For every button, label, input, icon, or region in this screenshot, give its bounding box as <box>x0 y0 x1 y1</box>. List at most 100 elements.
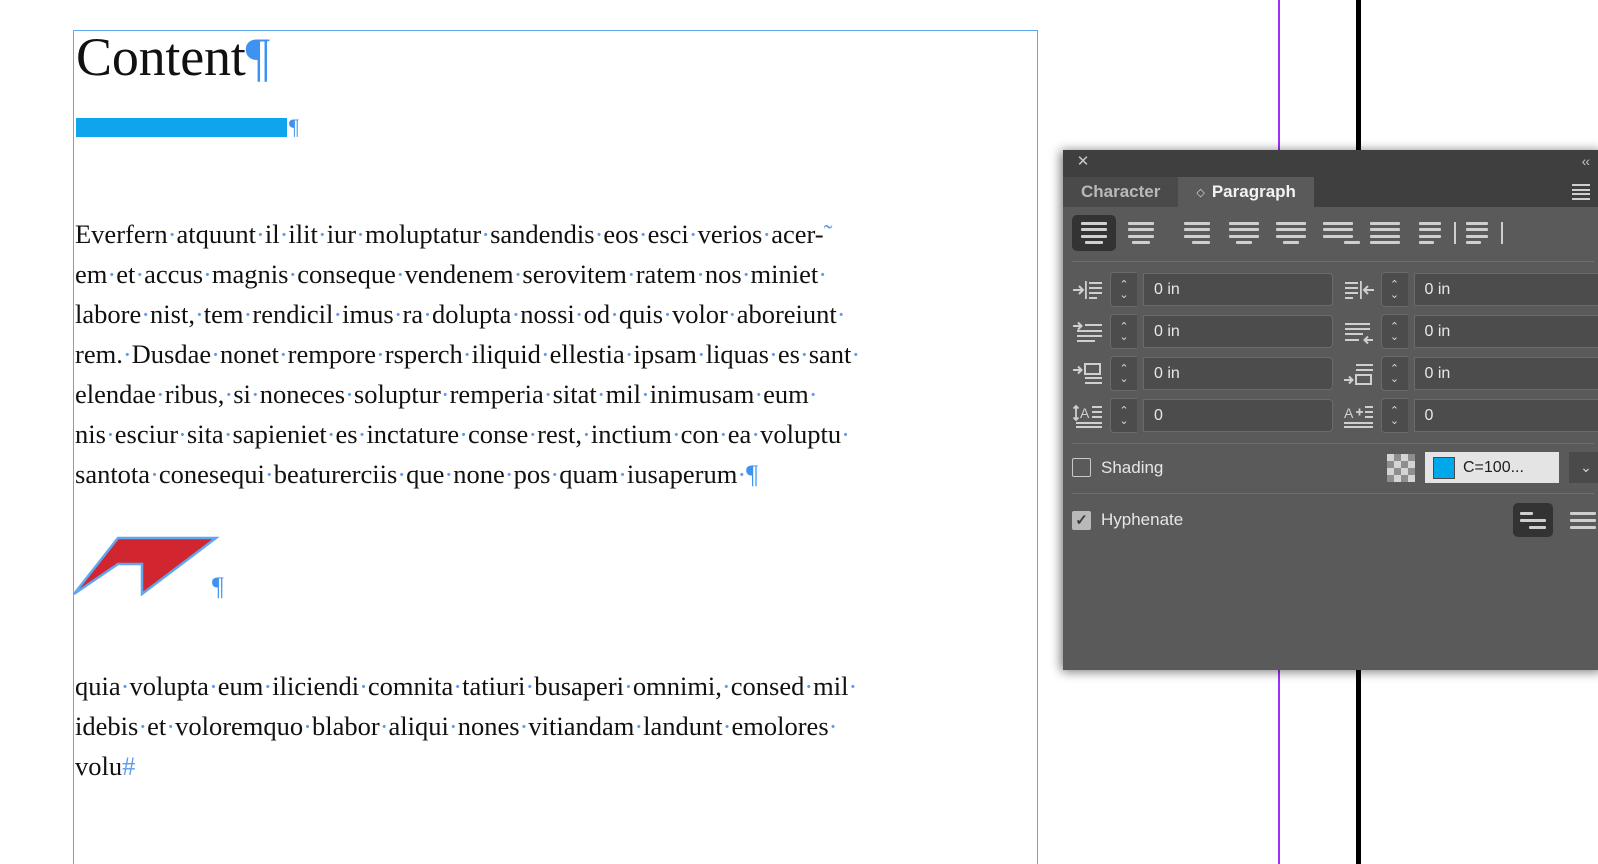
justify-last-center-button[interactable] <box>1269 215 1313 251</box>
justify-last-right-button[interactable] <box>1316 215 1360 251</box>
space-dot-icon: · <box>256 219 265 249</box>
align-left-button[interactable] <box>1072 215 1116 251</box>
space-dot-icon: · <box>203 259 212 289</box>
space-dot-icon: · <box>357 419 367 449</box>
space-dot-icon: · <box>624 671 633 701</box>
space-dot-icon: · <box>423 299 432 329</box>
right-indent-input[interactable]: 0 in <box>1413 273 1598 306</box>
space-dot-icon: · <box>626 259 636 289</box>
space-dot-icon: · <box>799 339 809 369</box>
tab-character-label: Character <box>1081 182 1161 201</box>
space-dot-icon: · <box>250 379 260 409</box>
space-dot-icon: · <box>317 219 327 249</box>
space-dot-icon: · <box>440 379 450 409</box>
body-paragraph-2[interactable]: quia·volupta·eum·iliciendi·comnita·tatiu… <box>75 666 1035 786</box>
space-dot-icon: · <box>194 299 204 329</box>
collapse-panel-icon[interactable]: ‹‹ <box>1582 153 1590 169</box>
align-toward-spine-button[interactable] <box>1419 215 1463 251</box>
shading-color-swatch[interactable]: C=100... <box>1425 452 1559 483</box>
chevron-down-icon[interactable]: ⌄ <box>1569 452 1598 483</box>
space-after-stepper[interactable]: ⌃ ⌄ <box>1380 356 1408 391</box>
shading-checkbox[interactable] <box>1072 458 1091 477</box>
space-dot-icon: · <box>543 379 553 409</box>
pilcrow-icon: ¶ <box>746 459 759 489</box>
left-indent-input[interactable]: 0 in <box>1143 273 1333 306</box>
space-dot-icon: · <box>303 711 312 741</box>
justify-all-button[interactable] <box>1363 215 1407 251</box>
space-dot-icon: · <box>841 419 850 449</box>
space-dot-icon: · <box>178 419 187 449</box>
first-line-indent-input[interactable]: 0 in <box>1143 315 1333 348</box>
tab-character[interactable]: Character <box>1063 177 1179 207</box>
space-dot-icon: · <box>769 339 778 369</box>
body-line: santota·conesequi·beaturerciis·que·none·… <box>75 459 759 489</box>
drop-cap-characters-input[interactable]: 0 <box>1413 399 1598 432</box>
tab-paragraph[interactable]: ◇ Paragraph <box>1178 177 1314 207</box>
drop-cap-characters-field[interactable]: A ⌃ ⌄ 0 <box>1343 398 1598 433</box>
right-indent-stepper[interactable]: ⌃ ⌄ <box>1380 272 1408 307</box>
space-dot-icon: · <box>288 259 298 289</box>
space-dot-icon: · <box>741 259 751 289</box>
close-icon[interactable]: ✕ <box>1075 154 1091 170</box>
space-dot-icon: · <box>356 219 365 249</box>
space-dot-icon: · <box>224 379 234 409</box>
space-dot-icon: · <box>727 299 737 329</box>
drop-cap-lines-input[interactable]: 0 <box>1143 399 1333 432</box>
space-dot-icon: · <box>596 379 606 409</box>
space-dot-icon: · <box>550 459 560 489</box>
space-dot-icon: · <box>141 299 151 329</box>
space-before-icon <box>1073 362 1102 384</box>
hyphenate-checkbox[interactable] <box>1072 510 1091 530</box>
space-dot-icon: · <box>540 339 550 369</box>
right-indent-icon <box>1344 280 1374 299</box>
left-indent-field[interactable]: ⌃ ⌄ 0 in <box>1072 272 1333 307</box>
hyphenate-row: Hyphenate <box>1063 494 1598 547</box>
space-dot-icon: · <box>243 299 253 329</box>
drop-cap-lines-field[interactable]: A ⌃ ⌄ 0 <box>1072 398 1333 433</box>
last-line-indent-field[interactable]: ⌃ ⌄ 0 in <box>1343 314 1598 349</box>
align-right-button[interactable] <box>1166 215 1210 251</box>
drop-cap-lines-icon: A <box>1072 404 1102 428</box>
drop-cap-lines-stepper[interactable]: ⌃ ⌄ <box>1110 398 1137 433</box>
swatch-name-label: C=100... <box>1463 458 1524 476</box>
body-line: labore·nist,·tem·rendicil·imus·ra·dolupt… <box>75 299 846 329</box>
first-line-indent-field[interactable]: ⌃ ⌄ 0 in <box>1072 314 1333 349</box>
last-line-indent-stepper[interactable]: ⌃ ⌄ <box>1380 314 1408 349</box>
last-line-indent-input[interactable]: 0 in <box>1413 315 1598 348</box>
body-paragraph-1[interactable]: Everfern·atquunt·il·ilit·iur·moluptatur·… <box>75 214 1035 494</box>
space-dot-icon: · <box>754 379 764 409</box>
paragraph-panel[interactable]: ✕ ‹‹ Character ◇ Paragraph ⌃ ⌄ 0 in ⌃ ⌄ … <box>1063 150 1598 670</box>
document-title-text: Content <box>76 27 246 87</box>
single-line-composer-button[interactable] <box>1513 503 1553 537</box>
space-before-input[interactable]: 0 in <box>1143 357 1333 390</box>
space-dot-icon: · <box>848 671 858 701</box>
panel-menu-icon[interactable] <box>1572 184 1590 200</box>
shading-tint-swatch-icon[interactable] <box>1387 453 1415 482</box>
space-before-stepper[interactable]: ⌃ ⌄ <box>1110 356 1137 391</box>
space-dot-icon: · <box>263 671 273 701</box>
paragraph-composer-button[interactable] <box>1563 503 1598 537</box>
align-center-button[interactable] <box>1119 215 1163 251</box>
right-indent-field[interactable]: ⌃ ⌄ 0 in <box>1343 272 1598 307</box>
space-dot-icon: · <box>122 339 132 369</box>
first-line-indent-stepper[interactable]: ⌃ ⌄ <box>1110 314 1137 349</box>
space-before-field[interactable]: ⌃ ⌄ 0 in <box>1072 356 1333 391</box>
justify-last-left-button[interactable] <box>1222 215 1266 251</box>
space-after-field[interactable]: ⌃ ⌄ 0 in <box>1343 356 1598 391</box>
left-indent-stepper[interactable]: ⌃ ⌄ <box>1110 272 1137 307</box>
space-dot-icon: · <box>333 299 343 329</box>
red-polygon-graphic[interactable] <box>72 534 220 596</box>
hyphenate-label: Hyphenate <box>1101 510 1184 529</box>
align-away-from-spine-button[interactable] <box>1466 215 1510 251</box>
pilcrow-icon: ¶ <box>245 27 270 87</box>
drop-cap-characters-stepper[interactable]: ⌃ ⌄ <box>1380 398 1408 433</box>
swatch-color-chip <box>1433 456 1455 479</box>
space-after-icon <box>1343 363 1373 385</box>
space-after-input[interactable]: 0 in <box>1413 357 1598 390</box>
space-dot-icon: · <box>751 419 761 449</box>
space-dot-icon: · <box>836 299 846 329</box>
space-dot-icon: · <box>459 419 468 449</box>
space-dot-icon: · <box>120 671 130 701</box>
space-dot-icon: · <box>638 219 648 249</box>
drop-cap-characters-icon: A <box>1343 405 1373 428</box>
